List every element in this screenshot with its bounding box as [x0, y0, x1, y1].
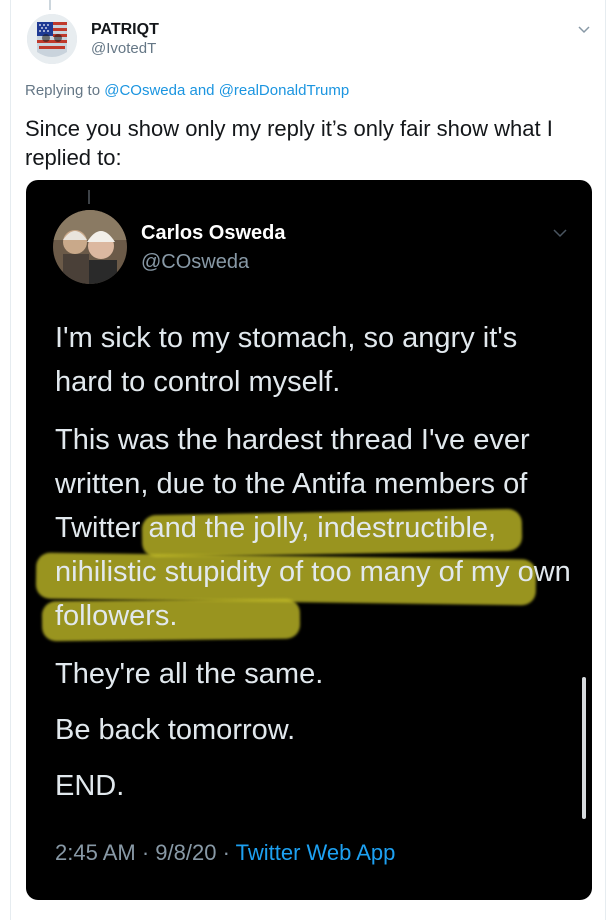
inner-paragraph-4: Be back tomorrow. [55, 714, 296, 746]
inner-source-app: Twitter Web App [235, 840, 396, 865]
inner-timestamp-line: 2:45 AM · 9/8/20 · Twitter Web App [55, 840, 395, 866]
author-avatar[interactable] [27, 14, 77, 64]
author-display-name[interactable]: PATRIQT [91, 21, 159, 39]
replying-to-prefix: Replying to [25, 82, 105, 99]
inner-author-handle: @COsweda [141, 251, 250, 273]
chevron-down-icon[interactable] [577, 22, 591, 36]
replying-and: and [185, 82, 219, 99]
inner-sep-1: · [135, 840, 156, 865]
two-person-photo-icon [53, 210, 127, 284]
inner-sep-2: · [216, 840, 236, 865]
inner-date: 9/8/20 [155, 840, 217, 865]
punisher-skull-flag-icon [27, 14, 77, 64]
mention-link-cosweda[interactable]: @COsweda [104, 82, 185, 99]
tweet-text: Since you show only my reply it’s only f… [25, 116, 553, 170]
inner-author-display-name: Carlos Osweda [141, 222, 286, 244]
inner-time: 2:45 AM [55, 840, 136, 865]
mention-link-realdonaldtrump[interactable]: @realDonaldTrump [219, 82, 350, 99]
inner-paragraph-2: This was the hardest thread I've ever wr… [55, 424, 571, 632]
inner-chevron-down-icon [553, 229, 567, 238]
inner-paragraph-5: END. [55, 770, 125, 802]
thread-line [49, 0, 51, 10]
inner-scrollbar [582, 677, 586, 819]
replying-to-line: Replying to @COsweda and @realDonaldTrum… [25, 82, 349, 99]
inner-thread-line [88, 190, 90, 204]
inner-paragraph-3: They're all the same. [55, 658, 324, 690]
tweet-card[interactable]: PATRIQT @IvotedT Replying to @COsweda an… [10, 0, 606, 920]
inner-paragraph-1: I'm sick to my stomach, so angry it's ha… [55, 322, 518, 398]
author-handle[interactable]: @IvotedT [91, 40, 156, 57]
attached-screenshot-image[interactable]: Carlos Osweda @COsweda I'm sick to my st… [26, 180, 592, 900]
inner-author-avatar [53, 210, 127, 284]
